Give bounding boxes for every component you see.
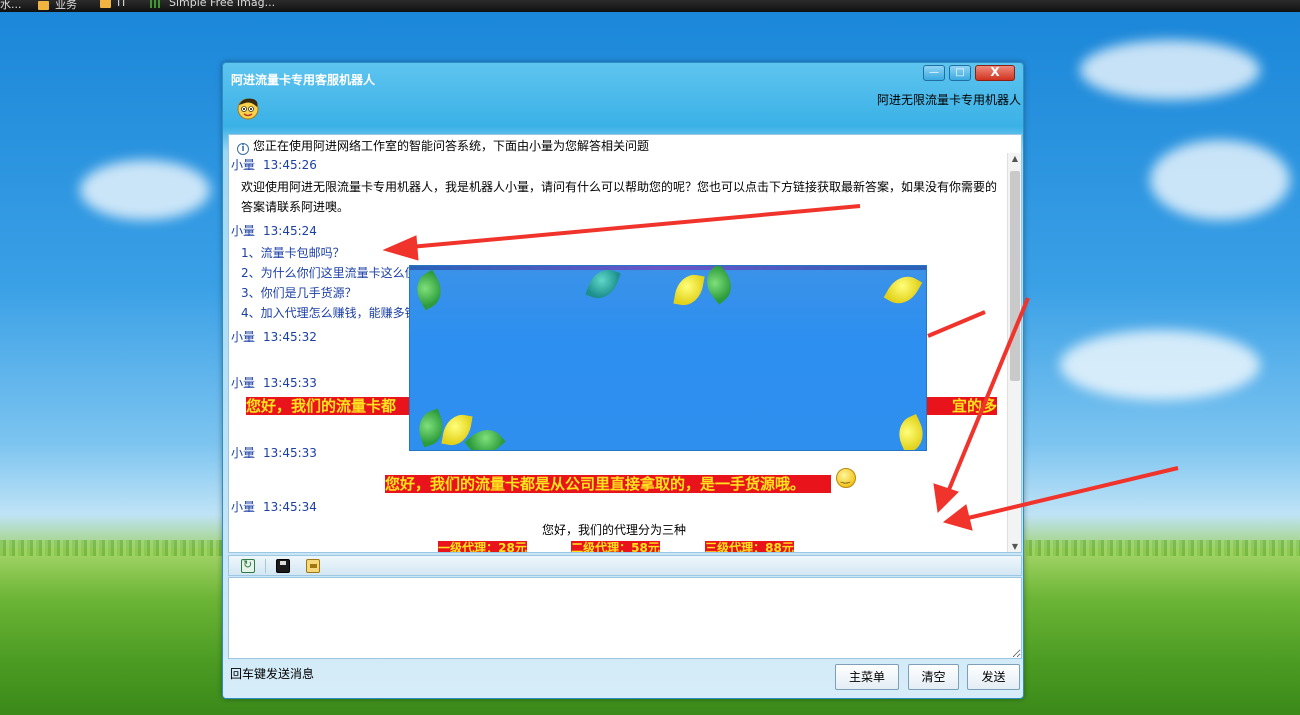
message-time: 13:45:32 [263, 330, 317, 344]
message-header: 小量 13:45:26 [231, 156, 317, 173]
highlight-message: 您好，我们的流量卡都是从公司里直接拿取的，是一手货源哦。 [385, 475, 831, 493]
scroll-up-icon[interactable]: ▲ [1008, 153, 1021, 165]
chat-scrollbar[interactable]: ▲ ▼ [1007, 153, 1021, 552]
save-icon[interactable] [276, 559, 290, 573]
clear-button[interactable]: 清空 [908, 664, 959, 690]
sender-name: 小量 [231, 330, 256, 344]
cloud [80, 160, 210, 220]
folder-icon [38, 0, 49, 10]
popup-banner[interactable] [409, 265, 927, 451]
taskbar-item[interactable]: Simple Free Imag... [150, 0, 275, 9]
robot-name: 阿进无限流量卡专用机器人 [876, 93, 1021, 107]
send-hint: 回车键发送消息 [230, 667, 315, 681]
taskbar-item-label: 业务 [55, 0, 77, 11]
taskbar-item[interactable]: IT [100, 0, 127, 9]
agent-tier-tag: 三级代理：88元 [705, 541, 794, 553]
message-header: 小量 13:45:32 [231, 328, 317, 345]
message-header: 小量 13:45:33 [231, 444, 317, 461]
sender-name: 小量 [231, 500, 256, 514]
sender-name: 小量 [231, 224, 256, 238]
message-text: 答案请联系阿进噢。 [241, 200, 350, 214]
taskbar-item-label: Simple Free Imag... [169, 0, 276, 9]
notice-text: 您正在使用阿进网络工作室的智能问答系统，下面由小量为您解答相关问题 [253, 139, 650, 153]
question-link[interactable]: 4、加入代理怎么赚钱，能赚多钱 [241, 303, 417, 323]
note-icon[interactable] [306, 559, 320, 573]
taskbar-item-label: IT [117, 0, 127, 9]
sender-name: 小量 [231, 376, 256, 390]
banner-top-edge [410, 266, 926, 270]
message-time: 13:45:24 [263, 224, 317, 238]
agent-tier-tag: 二级代理：58元 [571, 541, 660, 553]
input-toolbar [228, 555, 1022, 576]
message-text: 您好，我们的代理分为三种 [541, 523, 686, 537]
smiley-icon [836, 468, 856, 488]
taskbar: 水... 业务 IT Simple Free Imag... [0, 0, 1300, 12]
leaf-decoration [892, 414, 926, 450]
taskbar-item[interactable]: 业务 [38, 0, 77, 12]
leaf-decoration [410, 269, 449, 311]
message-text: 欢迎使用阿进无限流量卡专用机器人，我是机器人小量，请问有什么可以帮助您的呢？您也… [241, 180, 998, 194]
scroll-down-icon[interactable]: ▼ [1008, 541, 1021, 552]
toolbar-separator [265, 559, 266, 573]
scroll-thumb[interactable] [1010, 171, 1020, 381]
message-time: 13:45:33 [263, 376, 317, 390]
taskbar-item[interactable]: 水... [0, 0, 22, 12]
question-link[interactable]: 3、你们是几手货源？ [241, 283, 417, 303]
window-title: 阿进流量卡专用客服机器人 [231, 73, 376, 87]
question-list: 1、流量卡包邮吗？ 2、为什么你们这里流量卡这么便 3、你们是几手货源？ 4、加… [241, 243, 417, 323]
app-icon [150, 0, 161, 8]
message-body: 欢迎使用阿进无限流量卡专用机器人，我是机器人小量，请问有什么可以帮助您的呢？您也… [241, 177, 997, 217]
robot-avatar-icon [237, 98, 259, 120]
message-header: 小量 13:45:33 [231, 374, 317, 391]
info-icon: i [237, 143, 249, 155]
message-time: 13:45:34 [263, 500, 317, 514]
agent-tier-tag: 一级代理：28元 [438, 541, 527, 553]
close-button[interactable]: X [975, 65, 1015, 81]
minimize-button[interactable]: — [923, 65, 945, 81]
highlight-message: 您好，我们的流量卡都 [246, 397, 416, 415]
question-link[interactable]: 1、流量卡包邮吗？ [241, 243, 417, 263]
message-time: 13:45:33 [263, 446, 317, 460]
cloud [1060, 330, 1260, 400]
leaf-decoration [585, 266, 621, 304]
leaf-decoration [673, 271, 705, 309]
send-button[interactable]: 发送 [967, 664, 1020, 690]
sender-name: 小量 [231, 446, 256, 460]
message-header: 小量 13:45:34 [231, 498, 317, 515]
cloud [1080, 40, 1260, 100]
highlight-message: 宜的多 [927, 397, 997, 415]
message-time: 13:45:26 [263, 158, 317, 172]
main-menu-button[interactable]: 主菜单 [835, 664, 899, 690]
message-header: 小量 13:45:24 [231, 222, 317, 239]
maximize-button[interactable]: □ [949, 65, 971, 81]
refresh-icon[interactable] [241, 558, 255, 573]
question-link[interactable]: 2、为什么你们这里流量卡这么便 [241, 263, 417, 283]
leaf-decoration [883, 269, 923, 311]
message-input[interactable] [228, 577, 1022, 659]
sender-name: 小量 [231, 158, 256, 172]
folder-icon [100, 0, 111, 8]
leaf-decoration [698, 266, 740, 305]
cloud [1150, 140, 1290, 220]
system-notice: i 您正在使用阿进网络工作室的智能问答系统，下面由小量为您解答相关问题 [237, 137, 649, 155]
